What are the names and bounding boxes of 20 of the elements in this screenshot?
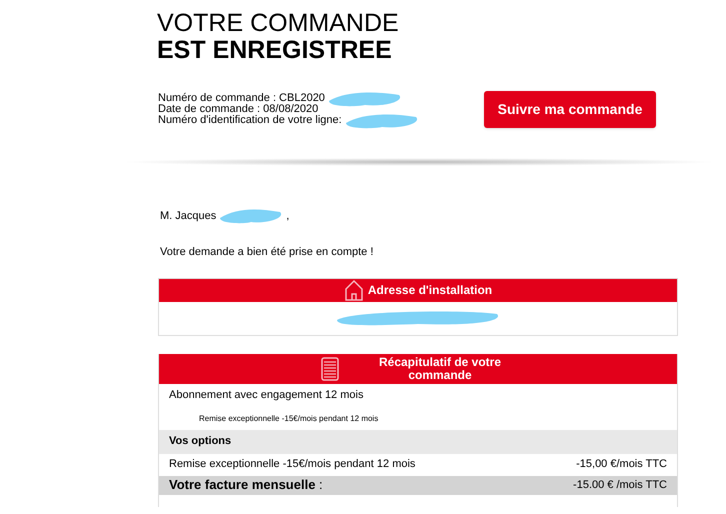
heading-title: VOTRE COMMANDE xyxy=(157,10,400,37)
order-info-line: Numéro de commande : CBL2020 xyxy=(158,93,325,104)
greeting-comma: , xyxy=(286,208,290,224)
summary-subitem: Remise exceptionnelle -15€/mois pendant 12 mois xyxy=(199,412,378,424)
monthly-total-label: Votre facture mensuelle : xyxy=(169,476,323,494)
option-label: Remise exceptionnelle -15€/mois pendant 12 mois xyxy=(169,457,416,472)
track-order-button[interactable]: Suivre ma commande xyxy=(484,91,656,128)
order-info-line: Numéro d'identification de votre ligne: xyxy=(158,115,342,126)
summary-item: Abonnement avec engagement 12 mois xyxy=(169,388,364,404)
options-header: Vos options xyxy=(159,430,677,454)
monthly-total-price: -15.00 € /mois TTC xyxy=(573,478,667,493)
confirmation-message: Votre demande a bien été prise en compte ! xyxy=(159,245,374,260)
heading-subtitle: EST ENREGISTREE xyxy=(157,37,393,64)
order-info-line: Date de commande : 08/08/2020 xyxy=(158,104,318,115)
document-icon xyxy=(321,356,339,380)
house-icon xyxy=(344,279,364,301)
option-price: -15,00 €/mois TTC xyxy=(576,457,667,472)
section-title: Récapitulatif de votre commande xyxy=(378,356,502,382)
section-title: Adresse d'installation xyxy=(368,282,492,299)
greeting-name: M. Jacques xyxy=(160,208,216,224)
